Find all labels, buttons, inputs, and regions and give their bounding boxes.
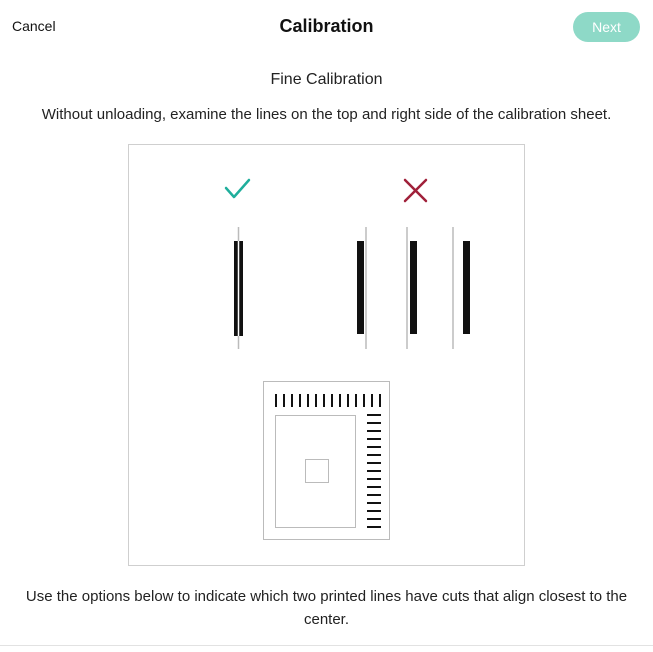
checkmark-icon	[224, 178, 251, 199]
calibration-illustration	[128, 144, 525, 566]
correct-line-example	[234, 227, 243, 349]
right-tick-marks	[367, 414, 381, 528]
incorrect-line-example-1	[357, 227, 367, 349]
options-instruction-text: Use the options below to indicate which …	[25, 588, 628, 628]
page-title: Calibration	[279, 16, 374, 36]
header-bar: Cancel Calibration Next	[0, 0, 653, 56]
calibration-diagram	[224, 178, 470, 540]
calibration-sheet-icon	[263, 381, 390, 540]
incorrect-line-example-3	[452, 227, 470, 349]
next-button[interactable]: Next	[573, 12, 640, 42]
section-subtitle: Fine Calibration	[270, 71, 383, 88]
x-mark-icon	[403, 178, 428, 203]
top-tick-marks	[275, 394, 381, 407]
instruction-text: Without unloading, examine the lines on …	[41, 106, 612, 123]
bottom-divider	[0, 645, 653, 646]
incorrect-line-example-2	[406, 227, 417, 349]
